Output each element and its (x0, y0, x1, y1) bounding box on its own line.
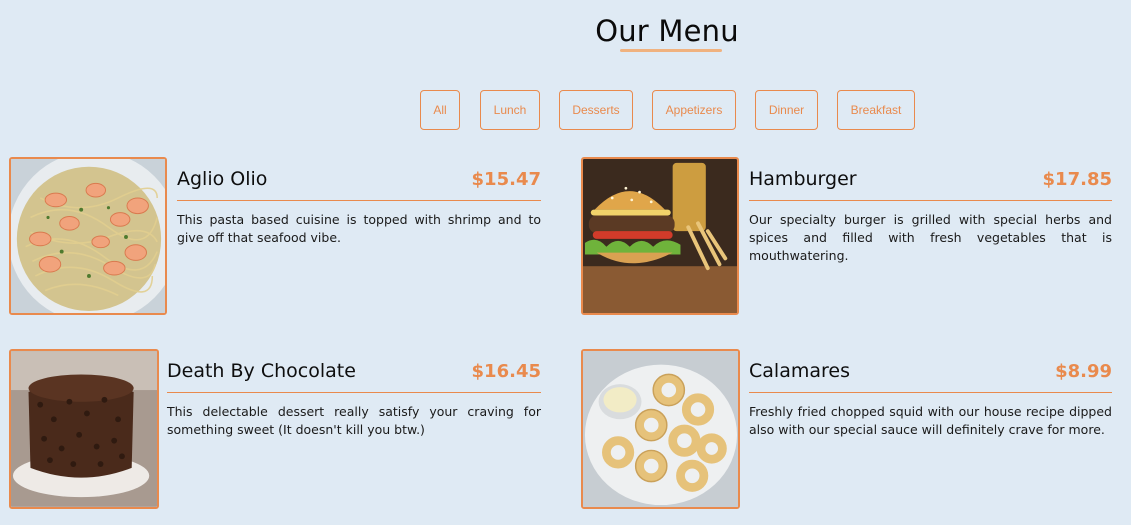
burger-icon (583, 159, 737, 313)
menu-item-price: $16.45 (471, 361, 541, 382)
title-underline (620, 49, 722, 52)
shrimp-pasta-icon (11, 159, 165, 313)
menu-item-name: Aglio Olio (177, 168, 268, 190)
filter-dinner-button[interactable]: Dinner (755, 90, 818, 130)
filter-desserts-button[interactable]: Desserts (559, 90, 633, 130)
chocolate-cake-icon (11, 351, 157, 507)
page-title: Our Menu (595, 14, 739, 48)
fried-calamari-icon (583, 351, 738, 507)
menu-item-price: $15.47 (471, 169, 541, 190)
menu-item-header: Hamburger $17.85 (749, 168, 1112, 201)
menu-item-image (9, 157, 167, 315)
menu-item-image (581, 157, 739, 315)
menu-item-price: $17.85 (1042, 169, 1112, 190)
menu-item-description: This pasta based cuisine is topped with … (177, 212, 541, 245)
menu-item-name: Calamares (749, 360, 850, 382)
menu-item-image (581, 349, 740, 509)
menu-item-header: Calamares $8.99 (749, 360, 1112, 393)
filter-lunch-button[interactable]: Lunch (480, 90, 540, 130)
filter-all-button[interactable]: All (420, 90, 460, 130)
filter-breakfast-button[interactable]: Breakfast (837, 90, 915, 130)
menu-item-header: Aglio Olio $15.47 (177, 168, 541, 201)
menu-item-name: Death By Chocolate (167, 360, 356, 382)
filter-appetizers-button[interactable]: Appetizers (652, 90, 736, 130)
menu-item-header: Death By Chocolate $16.45 (167, 360, 541, 393)
menu-item-description: This delectable dessert really satisfy y… (167, 404, 541, 437)
menu-item-description: Our specialty burger is grilled with spe… (749, 212, 1112, 263)
menu-item-name: Hamburger (749, 168, 857, 190)
menu-item-image (9, 349, 159, 509)
menu-item-price: $8.99 (1055, 361, 1112, 382)
menu-item-description: Freshly fried chopped squid with our hou… (749, 404, 1112, 437)
